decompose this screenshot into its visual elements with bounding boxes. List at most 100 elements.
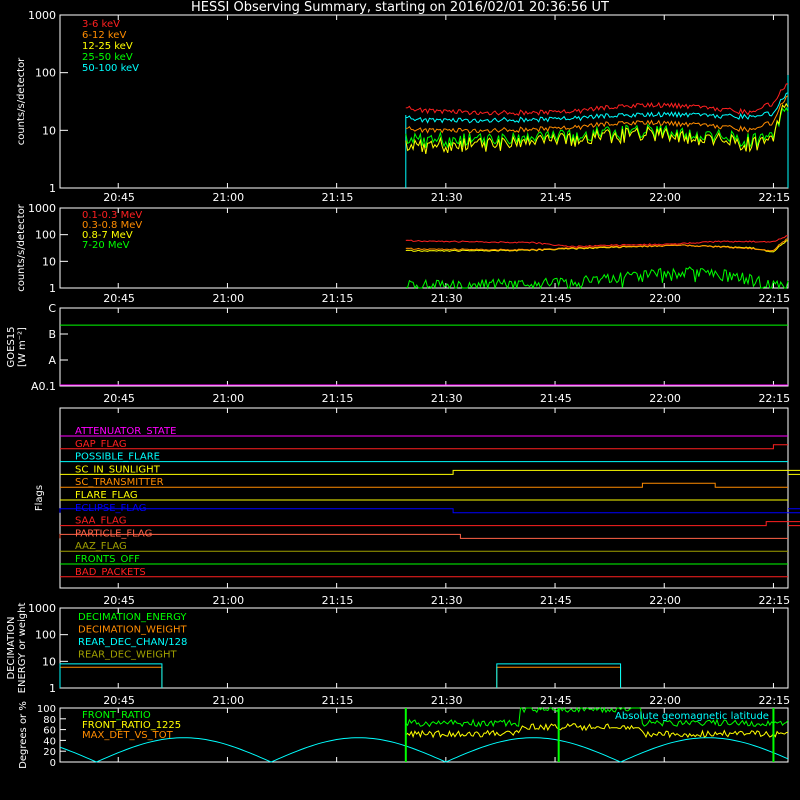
legend-entry-p1: 3-6 keV [82,19,120,30]
flag-label: GAP_FLAG [75,439,127,450]
y-tick-label-p3: A0.1 [31,380,56,393]
x-tick-label-p2: 22:15 [758,292,790,305]
x-tick-label-p1: 20:45 [103,191,135,204]
x-tick-label-p4: 21:45 [540,594,572,607]
x-tick-label-p4: 21:00 [212,594,244,607]
annotation-geomag: Absolute geomagnetic latitude [615,711,769,722]
y-tick-label-p6: 100 [37,704,56,715]
y-tick-label-p6: 60 [43,726,56,737]
x-tick-label-p1: 22:00 [649,191,681,204]
legend-entry-p1: 50-100 keV [82,63,139,74]
x-tick-label-p3: 21:00 [212,392,244,405]
x-tick-label-p4: 20:45 [103,594,135,607]
y-axis-label-p1: counts/s/detector [16,57,27,145]
x-tick-label-p2: 21:45 [540,292,572,305]
x-tick-label-p4: 21:30 [431,594,463,607]
series-line-p2-0 [405,235,789,248]
y-tick-label-p2: 1 [49,282,56,295]
flag-line-1 [60,444,788,450]
x-tick-label-p1: 21:15 [322,191,354,204]
flag-label: SC_TRANSMITTER [75,477,164,488]
x-tick-label-p3: 21:30 [431,392,463,405]
x-tick-label-p2: 21:30 [431,292,463,305]
y-axis-label-p4: Flags [34,485,45,511]
series-line-p2-3 [405,266,789,290]
y-tick-label-p1: 10 [42,124,56,137]
x-tick-label-p2: 20:45 [103,292,135,305]
y-tick-label-p2: 10 [42,255,56,268]
flag-label: SC_IN_SUNLIGHT [75,464,161,475]
series-line-p1-4 [405,92,789,124]
geomagnetic-latitude-line [59,737,789,763]
legend-entry-p5: DECIMATION_WEIGHT [78,625,187,636]
x-tick-label-p4: 22:00 [649,594,681,607]
x-tick-label-p1: 21:45 [540,191,572,204]
legend-entry-p1: 12-25 keV [82,41,133,52]
flag-label: BAD_PACKETS [75,567,146,578]
y-tick-label-p1: 1000 [28,9,56,22]
y-tick-label-p5: 100 [35,629,56,642]
y-axis-label-p2: counts/s/detector [16,203,27,291]
y-tick-label-p5: 1 [49,682,56,695]
y-tick-label-p3: A [48,354,56,367]
x-tick-label-p1: 21:00 [212,191,244,204]
y-tick-label-p6: 40 [43,736,56,747]
flag-label: ECLIPSE_FLAG [75,503,146,514]
x-tick-label-p5: 21:15 [322,694,354,707]
flag-line-8 [59,533,788,539]
y-tick-label-p2: 100 [35,229,56,242]
flag-line-6 [59,508,800,514]
flag-label: PARTICLE_FLAG [75,528,152,539]
legend-entry-p1: 25-50 keV [82,52,133,63]
x-tick-label-p5: 22:15 [758,694,790,707]
legend-entry-p1: 6-12 keV [82,30,126,41]
x-tick-label-p3: 21:15 [322,392,354,405]
max-det-line [405,723,789,739]
x-tick-label-p3: 22:15 [758,392,790,405]
panel-frame-p1 [59,14,789,189]
y-tick-label-p3: C [48,302,56,315]
y-axis-label2-p5: ENERGY or weight [17,603,28,694]
x-tick-label-p5: 21:45 [540,694,572,707]
flag-line-4 [60,482,788,488]
y-tick-label-p2: 1000 [28,202,56,215]
y-axis-label-p5: DECIMATION [6,616,17,679]
series-line-p1-2 [405,102,789,154]
chart-stage: HESSI Observing Summary, starting on 201… [0,0,800,800]
decimation-step-1 [59,666,163,688]
x-tick-label-p3: 20:45 [103,392,135,405]
legend-entry-p6: MAX_DET_VS_TOT [82,730,174,741]
y-tick-label-p5: 10 [42,655,56,668]
flag-label: POSSIBLE_FLARE [75,452,160,463]
flag-label: FRONTS_OFF [75,554,140,565]
y-tick-label-p6: 0 [50,758,56,769]
x-tick-label-p2: 21:15 [322,292,354,305]
x-tick-label-p5: 21:00 [212,694,244,707]
legend-entry-p5: REAR_DEC_CHAN/128 [78,637,187,648]
x-tick-label-p1: 21:30 [431,191,463,204]
y-axis-unit-p3: [W m⁻²] [17,327,28,367]
flag-label: AAZ_FLAG [75,541,127,552]
x-tick-label-p3: 21:45 [540,392,572,405]
flag-label: ATTENUATOR_STATE [75,426,176,437]
y-tick-label-p6: 80 [43,715,56,726]
flag-label: FLARE_FLAG [75,490,138,501]
legend-entry-p5: DECIMATION_ENERGY [78,612,187,623]
y-tick-label-p1: 1 [49,182,56,195]
y-tick-label-p1: 100 [35,67,56,80]
y-axis-label-p6: Degrees or % [18,701,29,769]
legend-entry-p2: 7-20 MeV [82,240,130,251]
panel-frame-p2 [59,207,789,289]
x-tick-label-p1: 22:15 [758,191,790,204]
y-tick-label-p5: 1000 [28,602,56,615]
series-line-p1-0 [405,83,789,117]
x-tick-label-p4: 22:15 [758,594,790,607]
x-tick-label-p2: 22:00 [649,292,681,305]
x-tick-label-p3: 22:00 [649,392,681,405]
legend-entry-p5: REAR_DEC_WEIGHT [78,650,177,661]
flag-line-3 [60,469,800,475]
y-tick-label-p6: 20 [43,747,56,758]
flag-label: SAA_FLAG [75,516,126,527]
summary-plot: 110100100020:45 21:00 21:15 21:30 21:45 22:00… [6,9,800,769]
x-tick-label-p4: 21:15 [322,594,354,607]
